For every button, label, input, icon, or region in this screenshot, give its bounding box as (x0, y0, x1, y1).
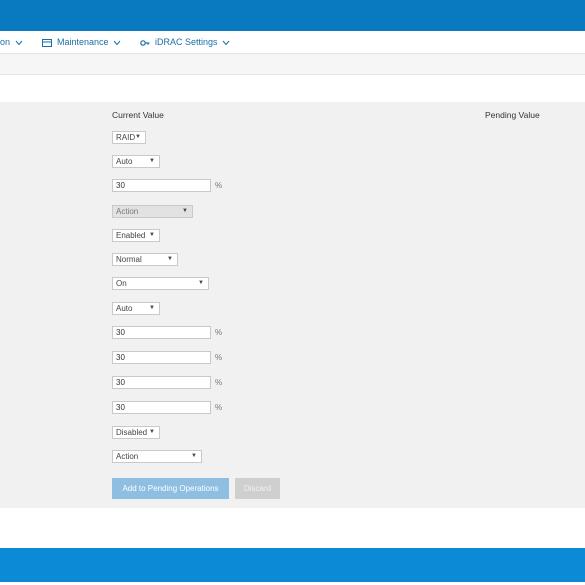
enabled-select[interactable]: Enabled ▼ (112, 229, 160, 242)
percent-input-5[interactable]: 30 (112, 401, 211, 414)
footer-bar (0, 548, 585, 582)
chevron-down-icon (113, 40, 121, 45)
auto-select-2-value: Auto (116, 304, 133, 313)
discard-button[interactable]: Discard (235, 478, 280, 499)
disabled-select[interactable]: Disabled ▼ (112, 426, 160, 439)
main-nav: on Maintenance iDRAC Settings (0, 31, 585, 54)
dropdown-arrow-icon: ▼ (149, 232, 155, 238)
chevron-down-icon (15, 40, 22, 45)
chevron-down-icon (222, 40, 230, 45)
auto-select-1[interactable]: Auto ▼ (112, 155, 160, 168)
auto-select-2[interactable]: Auto ▼ (112, 302, 160, 315)
nav-item-idrac-settings[interactable]: iDRAC Settings (140, 31, 230, 53)
action-select-value: Action (116, 452, 139, 461)
dropdown-arrow-icon: ▼ (182, 208, 188, 214)
section-header-area (0, 75, 585, 102)
percent-input-3[interactable]: 30 (112, 351, 211, 364)
nav-item-partial-label: on (0, 37, 11, 47)
percent-unit: % (215, 328, 223, 337)
dropdown-arrow-icon: ▼ (191, 453, 197, 459)
nav-item-partial[interactable]: on (0, 31, 23, 53)
pending-value-header: Pending Value (485, 110, 540, 120)
percent-unit: % (215, 403, 223, 412)
action-select-disabled-value: Action (116, 207, 139, 216)
nav-item-maintenance-label: Maintenance (57, 37, 109, 47)
normal-select[interactable]: Normal ▼ (112, 253, 178, 266)
top-header-bar (0, 0, 585, 31)
dropdown-arrow-icon: ▼ (135, 134, 141, 140)
percent-unit: % (215, 378, 223, 387)
dropdown-arrow-icon: ▼ (149, 429, 155, 435)
mode-select-value: RAID (116, 133, 136, 142)
settings-panel (0, 102, 585, 508)
enabled-select-value: Enabled (116, 231, 146, 240)
nav-item-maintenance[interactable]: Maintenance (42, 31, 121, 53)
on-select[interactable]: On ▼ (112, 277, 209, 290)
current-value-header: Current Value (112, 110, 164, 120)
dropdown-arrow-icon: ▼ (149, 158, 155, 164)
percent-unit: % (215, 181, 223, 190)
key-icon (140, 39, 150, 46)
nav-item-idrac-label: iDRAC Settings (155, 37, 218, 47)
dropdown-arrow-icon: ▼ (167, 256, 173, 262)
percent-input-4[interactable]: 30 (112, 376, 211, 389)
add-to-pending-button[interactable]: Add to Pending Operations (112, 478, 229, 499)
maintenance-icon (42, 38, 52, 47)
dropdown-arrow-icon: ▼ (198, 280, 204, 286)
mode-select[interactable]: RAID ▼ (112, 131, 146, 144)
percent-unit: % (215, 353, 223, 362)
normal-select-value: Normal (116, 255, 142, 264)
dropdown-arrow-icon: ▼ (149, 305, 155, 311)
percent-input-2[interactable]: 30 (112, 326, 211, 339)
percent-input-1[interactable]: 30 (112, 179, 211, 192)
on-select-value: On (116, 279, 127, 288)
sub-strip (0, 54, 585, 75)
action-select-disabled: Action ▼ (112, 205, 193, 218)
disabled-select-value: Disabled (116, 428, 148, 437)
auto-select-1-value: Auto (116, 157, 133, 166)
action-select[interactable]: Action ▼ (112, 450, 202, 463)
